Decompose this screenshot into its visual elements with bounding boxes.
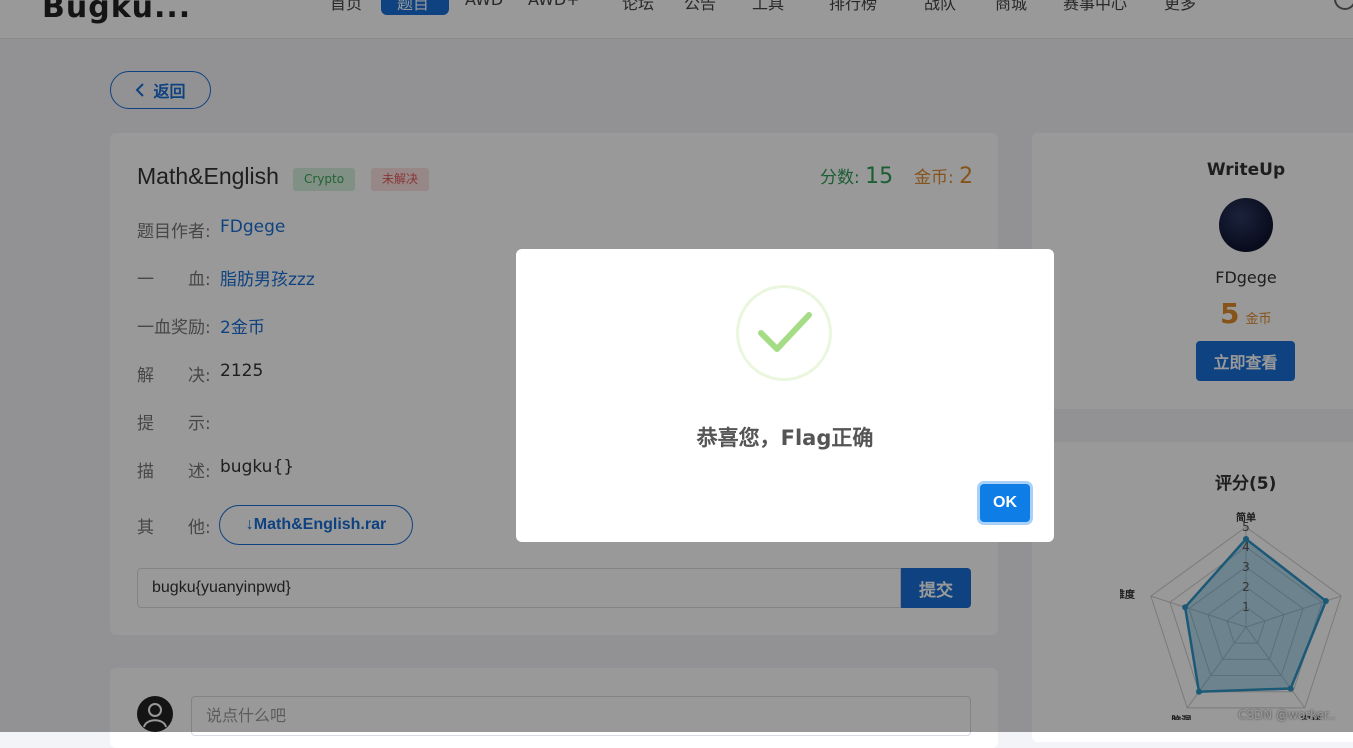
ok-button[interactable]: OK xyxy=(980,484,1030,522)
checkmark-icon xyxy=(758,312,812,352)
modal-message: 恭喜您，Flag正确 xyxy=(696,426,874,450)
success-check-icon xyxy=(736,285,832,381)
